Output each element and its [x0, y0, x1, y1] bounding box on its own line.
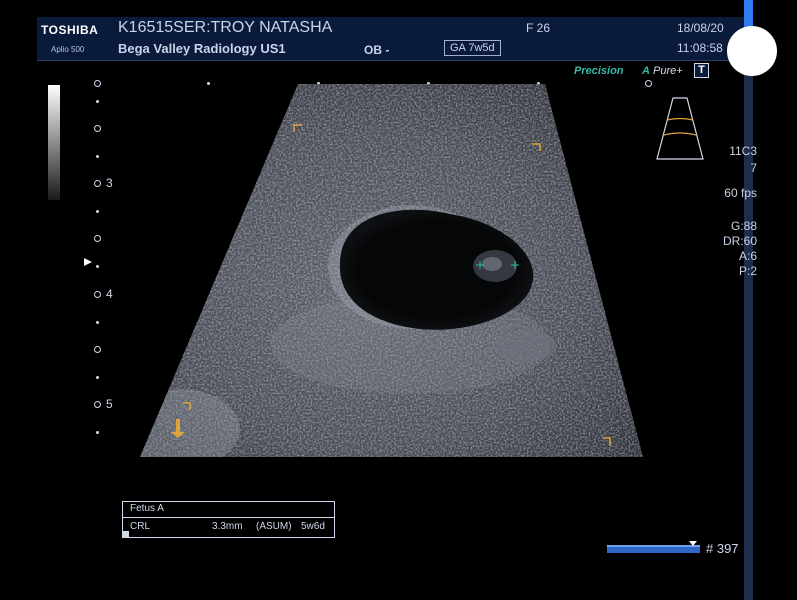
- depth-scale: 3 4 5: [90, 78, 130, 448]
- probe-subvalue: 7: [750, 161, 757, 175]
- depth-tick: [96, 265, 99, 268]
- yolk-region: [493, 330, 557, 362]
- t-mode-icon[interactable]: T: [694, 63, 709, 78]
- assistive-touch-button[interactable]: [727, 26, 777, 76]
- gestational-age-badge: GA 7w5d: [444, 40, 501, 56]
- exam-time: 11:08:58: [677, 41, 723, 55]
- cine-progress-bar[interactable]: [607, 545, 700, 553]
- depth-ring: [94, 125, 101, 132]
- apure-label: A Pure+: [642, 65, 683, 77]
- ultrasound-image[interactable]: [140, 84, 643, 457]
- probe-name: 11C3: [729, 144, 757, 158]
- measurement-row-crl: CRL 3.3mm (ASUM) 5w6d: [123, 518, 334, 536]
- depth-tick: [96, 321, 99, 324]
- depth-label-5: 5: [106, 397, 113, 411]
- depth-ring: [94, 291, 101, 298]
- measurement-header: Fetus A: [123, 502, 334, 518]
- measurement-method: (ASUM): [256, 521, 292, 532]
- measurement-value: 3.3mm: [212, 521, 243, 532]
- patient-id-name: K16515SER:TROY NATASHA: [118, 19, 333, 36]
- depth-label-4: 4: [106, 287, 113, 301]
- grayscale-bar: [48, 85, 60, 200]
- depth-tick: [96, 100, 99, 103]
- exam-date: 18/08/20: [677, 21, 724, 35]
- depth-tick: [96, 376, 99, 379]
- depth-ring: [94, 80, 101, 87]
- measurement-ga: 5w6d: [301, 521, 325, 532]
- device-model: Aplio 500: [51, 45, 85, 54]
- focus-ring-icon: [645, 80, 652, 87]
- cine-position-icon[interactable]: [689, 541, 697, 546]
- depth-tick: [96, 431, 99, 434]
- measurement-label: CRL: [130, 521, 151, 532]
- precision-label: Precision: [574, 65, 624, 77]
- frame-number: # 397: [706, 541, 739, 556]
- apure-prefix: A: [642, 65, 650, 77]
- patient-sex-age: F 26: [526, 21, 551, 35]
- patient-header-bar: TOSHIBA Aplio 500 K16515SER:TROY NATASHA…: [37, 17, 744, 61]
- right-edge-strip: [744, 0, 753, 600]
- apure-text: Pure+: [653, 65, 683, 77]
- measurement-marker: [123, 531, 129, 537]
- right-edge-indicator: [744, 0, 753, 28]
- depth-ring: [94, 346, 101, 353]
- brand-logo: TOSHIBA: [41, 23, 99, 37]
- depth-label-3: 3: [106, 176, 113, 190]
- focus-position-arrow-icon[interactable]: [84, 258, 92, 266]
- depth-ring: [94, 180, 101, 187]
- dynamic-range-value: DR:60: [722, 234, 757, 248]
- depth-ring: [94, 235, 101, 242]
- depth-tick: [96, 210, 99, 213]
- gain-value: G:88: [730, 219, 757, 233]
- embryo-echo: [482, 257, 502, 271]
- p-value: P:2: [738, 264, 757, 278]
- depth-tick: [96, 155, 99, 158]
- probe-sector-icon: [656, 97, 704, 160]
- a-value: A:6: [738, 249, 757, 263]
- frame-rate: 60 fps: [724, 186, 757, 200]
- measurement-panel[interactable]: Fetus A CRL 3.3mm (ASUM) 5w6d: [122, 501, 335, 538]
- depth-ring: [94, 401, 101, 408]
- facility-name: Bega Valley Radiology US1: [118, 41, 286, 56]
- exam-mode: OB -: [364, 43, 390, 57]
